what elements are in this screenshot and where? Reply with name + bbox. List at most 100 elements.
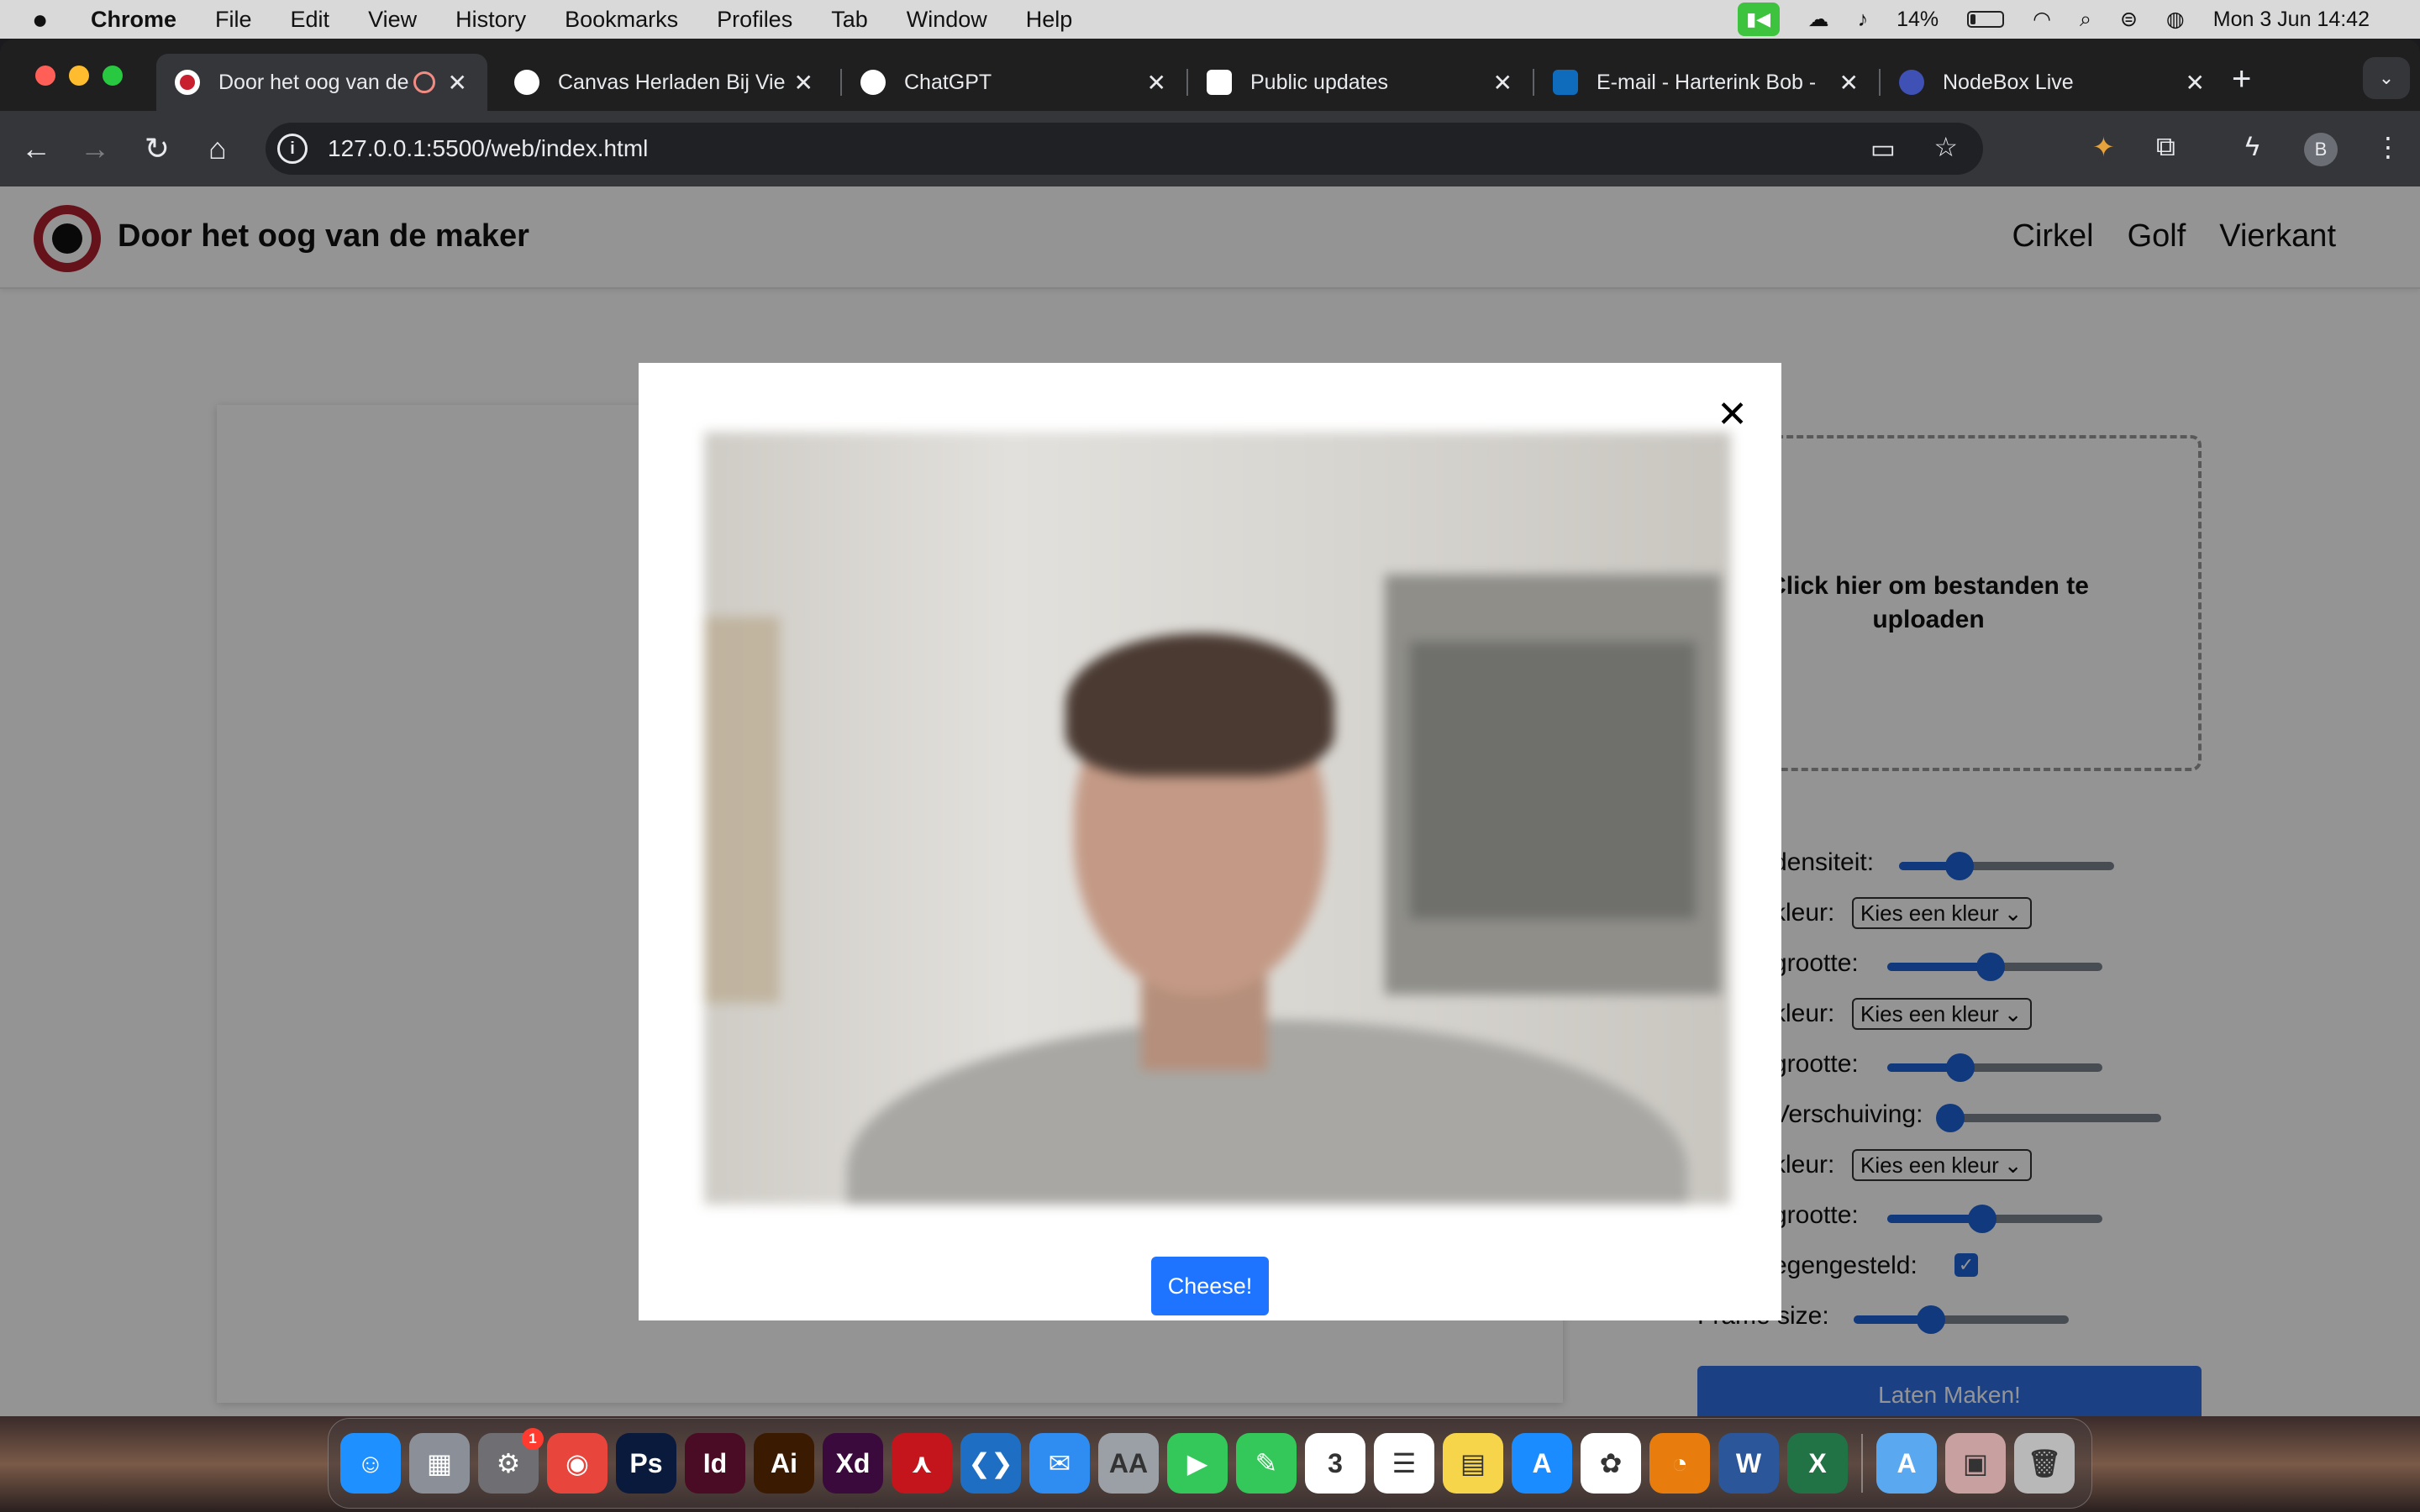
- mail-icon[interactable]: ✉: [1029, 1433, 1090, 1494]
- dock: ☺ ▦ ⚙ 1 ◉ Ps Id Ai Xd ⋏ ❮❯ ✉ AA ▶ ✎ 3 ☰ ▤ A ✿ ◔ W X A ▣ 🗑: [328, 1418, 2092, 1509]
- tab-search-chevron-icon[interactable]: ⌄: [2363, 57, 2410, 99]
- tab-nodebox-live[interactable]: NodeBox Live ✕: [1881, 54, 2225, 111]
- home-icon[interactable]: ⌂: [197, 128, 239, 170]
- font-book-icon[interactable]: AA: [1098, 1433, 1159, 1494]
- color-extension-icon[interactable]: ✦: [2092, 131, 2115, 163]
- tab-door-het-oog[interactable]: Door het oog van de ✕: [156, 54, 487, 111]
- tab-title: NodeBox Live: [1943, 70, 2074, 94]
- menu-help[interactable]: Help: [1026, 7, 1073, 33]
- minimize-window-button[interactable]: [69, 66, 89, 86]
- launchpad-icon[interactable]: ▦: [409, 1433, 470, 1494]
- forward-arrow-icon[interactable]: →: [74, 128, 116, 170]
- facetime-camera-icon[interactable]: ▮◀: [1737, 3, 1780, 36]
- menu-profiles[interactable]: Profiles: [717, 7, 792, 33]
- recording-indicator-icon: [413, 71, 435, 93]
- menu-edit[interactable]: Edit: [291, 7, 330, 33]
- close-tab-icon[interactable]: ✕: [1839, 69, 1859, 97]
- menu-file[interactable]: File: [215, 7, 252, 33]
- word-icon[interactable]: W: [1718, 1433, 1779, 1494]
- recent-file-icon[interactable]: ▣: [1945, 1433, 2006, 1494]
- extensions-puzzle-icon[interactable]: ⧉: [2156, 131, 2175, 163]
- system-settings-icon[interactable]: ⚙ 1: [478, 1428, 544, 1494]
- close-tab-icon[interactable]: ✕: [448, 69, 467, 97]
- menu-view[interactable]: View: [368, 7, 417, 33]
- menu-history[interactable]: History: [455, 7, 526, 33]
- creative-cloud-icon[interactable]: ☁: [1808, 7, 1829, 32]
- finder-icon[interactable]: ☺: [340, 1433, 401, 1494]
- reload-icon[interactable]: ↻: [136, 128, 178, 170]
- wifi-icon[interactable]: ◠: [2033, 7, 2051, 32]
- battery-percent: 14%: [1897, 7, 1939, 31]
- outlook-favicon-icon: [1553, 70, 1578, 95]
- xd-icon[interactable]: Xd: [823, 1433, 883, 1494]
- chatgpt-favicon-icon: [514, 70, 539, 95]
- tab-title: ChatGPT: [904, 70, 992, 94]
- reminders-icon[interactable]: ☰: [1374, 1433, 1434, 1494]
- calendar-icon[interactable]: 3: [1305, 1433, 1365, 1494]
- url-text[interactable]: 127.0.0.1:5500/web/index.html: [328, 135, 648, 162]
- siri-icon[interactable]: ◍: [2166, 7, 2185, 32]
- site-info-icon[interactable]: i: [277, 134, 308, 164]
- photos-icon[interactable]: ✿: [1581, 1433, 1641, 1494]
- notes-icon[interactable]: ▤: [1443, 1433, 1503, 1494]
- airpods-icon[interactable]: ♪: [1858, 8, 1869, 32]
- camera-in-use-icon[interactable]: ▭: [1870, 133, 1896, 165]
- new-tab-icon[interactable]: +: [2232, 60, 2251, 98]
- close-icon[interactable]: ✕: [1717, 393, 1748, 436]
- web-page: Door het oog van de maker Cirkel Golf Vi…: [0, 186, 2420, 1416]
- tab-public-updates[interactable]: Public updates ✕: [1188, 54, 1533, 111]
- notification-badge: 1: [522, 1428, 544, 1450]
- performance-icon[interactable]: ϟ: [2245, 131, 2260, 162]
- illustrator-icon[interactable]: Ai: [754, 1433, 814, 1494]
- clock[interactable]: Mon 3 Jun 14:42: [2213, 8, 2370, 32]
- nodebox-favicon-icon: [1899, 70, 1924, 95]
- apple-icon[interactable]: ●: [32, 4, 66, 35]
- site-favicon-icon: [175, 70, 200, 95]
- menu-window[interactable]: Window: [907, 7, 987, 33]
- video-poster-art: [1410, 642, 1696, 919]
- photoshop-icon[interactable]: Ps: [616, 1433, 676, 1494]
- profile-avatar[interactable]: B: [2304, 133, 2338, 166]
- close-tab-icon[interactable]: ✕: [1147, 69, 1166, 97]
- indesign-icon[interactable]: Id: [685, 1433, 745, 1494]
- close-window-button[interactable]: [35, 66, 55, 86]
- close-tab-icon[interactable]: ✕: [2186, 69, 2205, 97]
- close-tab-icon[interactable]: ✕: [794, 69, 813, 97]
- vscode-icon[interactable]: ❮❯: [960, 1433, 1021, 1494]
- control-center-icon[interactable]: ⊜: [2120, 7, 2138, 32]
- facetime-icon[interactable]: ▶: [1167, 1433, 1228, 1494]
- close-tab-icon[interactable]: ✕: [1493, 69, 1512, 97]
- dock-separator: [1861, 1434, 1863, 1493]
- app-store-icon[interactable]: A: [1512, 1433, 1572, 1494]
- address-bar[interactable]: i 127.0.0.1:5500/web/index.html ▭ ☆: [266, 123, 1983, 175]
- menu-tab[interactable]: Tab: [831, 7, 868, 33]
- acrobat-icon[interactable]: ⋏: [892, 1433, 952, 1494]
- maximize-window-button[interactable]: [103, 66, 123, 86]
- menu-app-name[interactable]: Chrome: [91, 7, 176, 33]
- downloads-folder-icon[interactable]: A: [1876, 1433, 1937, 1494]
- webcam-modal: ✕ Cheese!: [639, 363, 1781, 1320]
- browser-window: Door het oog van de ✕ Canvas Herladen Bi…: [0, 39, 2420, 1416]
- bookmark-star-icon[interactable]: ☆: [1933, 131, 1958, 163]
- notion-favicon-icon: [1207, 70, 1232, 95]
- spotlight-search-icon[interactable]: ⌕: [2080, 8, 2091, 32]
- battery-icon[interactable]: [1967, 11, 2005, 28]
- excel-icon[interactable]: X: [1787, 1433, 1848, 1494]
- chrome-menu-icon[interactable]: ⋮: [2375, 131, 2402, 163]
- capture-photo-button[interactable]: Cheese!: [1151, 1257, 1269, 1315]
- menu-bar: ● Chrome File Edit View History Bookmark…: [0, 0, 2420, 39]
- chrome-icon[interactable]: ◉: [547, 1433, 608, 1494]
- tab-title: Public updates: [1250, 70, 1389, 94]
- back-arrow-icon[interactable]: ←: [15, 128, 57, 170]
- tab-email[interactable]: E-mail - Harterink Bob - ✕: [1534, 54, 1879, 111]
- trash-icon[interactable]: 🗑: [2014, 1433, 2075, 1494]
- video-person-hair: [1065, 633, 1334, 776]
- webcam-preview: [704, 432, 1731, 1205]
- blender-icon[interactable]: ◔: [1649, 1433, 1710, 1494]
- tab-strip: Door het oog van de ✕ Canvas Herladen Bi…: [0, 39, 2420, 111]
- tab-canvas-herladen[interactable]: Canvas Herladen Bij Vie ✕: [496, 54, 834, 111]
- video-door-frame: [704, 617, 780, 1003]
- tab-chatgpt[interactable]: ChatGPT ✕: [842, 54, 1186, 111]
- menu-bookmarks[interactable]: Bookmarks: [565, 7, 678, 33]
- messages-icon[interactable]: ✎: [1236, 1433, 1297, 1494]
